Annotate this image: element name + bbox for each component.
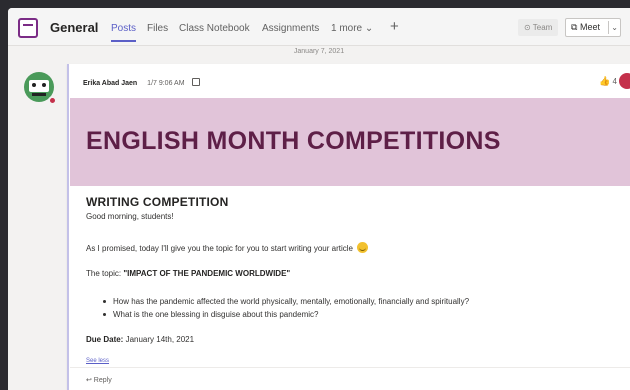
due-label: Due Date: [86,335,124,344]
meet-button[interactable]: ⧉ Meet ⌄ [565,18,621,37]
avatar-face [29,80,49,92]
section-title: WRITING COMPETITION [86,195,229,209]
tab-assignments[interactable]: Assignments [262,23,319,34]
presence-indicator [48,96,57,105]
team-icon[interactable] [18,18,38,38]
chevron-down-icon[interactable]: ⌄ [611,19,618,36]
post-meta: Erika Abad Jaen 1/7 9:06 AM [83,78,201,87]
reply-bar: ↩ Reply [70,367,630,390]
channel-header: General Posts Files Class Notebook Assig… [8,8,630,46]
question-list: How has the pandemic affected the world … [101,297,469,323]
tab-more[interactable]: 1 more ⌄ [331,23,373,34]
tab-class-notebook[interactable]: Class Notebook [179,23,250,34]
banner-title: ENGLISH MONTH COMPETITIONS [86,127,501,155]
topic-label: The topic: [86,269,124,278]
tab-more-label: 1 more [331,23,363,34]
due-date: Due Date: January 14th, 2021 [86,335,194,344]
date-separator: January 7, 2021 [293,48,345,55]
promise-paragraph: As I promised, today I'll give you the t… [86,242,369,253]
meet-divider [608,21,609,34]
author-name[interactable]: Erika Abad Jaen [83,80,137,87]
chevron-down-icon: ⌄ [364,23,374,34]
reaction-count: 4 [612,77,617,86]
reaction-summary[interactable]: 👍 4 [599,76,617,87]
team-button[interactable]: ⊙ Team [518,19,559,36]
topic-paragraph: The topic: "IMPACT OF THE PANDEMIC WORLD… [86,269,290,278]
tab-posts[interactable]: Posts [111,23,137,42]
smile-emoji-icon [357,242,369,253]
post-card: Erika Abad Jaen 1/7 9:06 AM 👍 4 ENGLISH … [67,64,630,390]
video-icon: ⧉ [571,22,578,32]
topic-value: "IMPACT OF THE PANDEMIC WORLDWIDE" [123,269,291,278]
see-less-link[interactable]: See less [86,358,109,364]
add-tab-button[interactable]: + [390,18,399,35]
channel-name: General [50,20,99,35]
due-value: January 14th, 2021 [123,335,195,344]
greeting-text: Good morning, students! [86,212,174,221]
avatar-mouth [32,93,46,96]
post-time: 1/7 9:06 AM [147,80,185,87]
tab-files[interactable]: Files [147,23,168,34]
reaction-avatar[interactable] [619,73,630,89]
teams-window: General Posts Files Class Notebook Assig… [8,8,630,390]
list-item: How has the pandemic affected the world … [101,297,469,310]
post-banner: ENGLISH MONTH COMPETITIONS [70,98,630,186]
reply-button[interactable]: ↩ Reply [86,376,112,384]
copy-icon[interactable] [192,78,201,86]
meet-label: Meet [579,22,600,32]
list-item: What is the one blessing in disguise abo… [101,310,469,323]
thumbs-up-icon: 👍 [599,76,611,86]
promise-text: As I promised, today I'll give you the t… [86,244,353,253]
